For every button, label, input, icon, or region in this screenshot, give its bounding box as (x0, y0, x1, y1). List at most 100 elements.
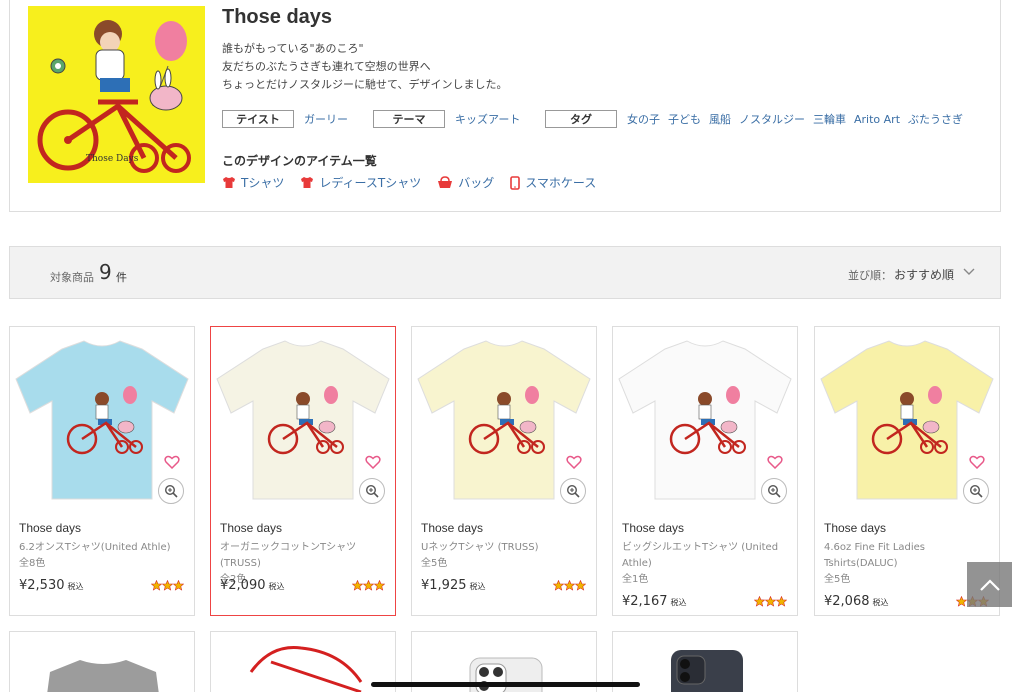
design-description: 誰もがもっている"あのころ" 友だちのぶたうさぎも連れて空想の世界へ ちょっとだ… (222, 40, 507, 94)
sort-label: 並び順： (848, 269, 892, 282)
taste-link[interactable]: ガーリー (304, 111, 348, 127)
bag-icon (438, 176, 453, 188)
result-count: 9 (99, 260, 112, 284)
product-card[interactable]: Those days ビッグシルエットTシャツ (United Athle) 全… (612, 326, 798, 616)
count-unit: 件 (116, 271, 127, 284)
product-colors: 全8色 (19, 558, 46, 569)
rating-stars (151, 580, 184, 591)
price-row: ¥2,530 税込 (19, 578, 84, 593)
category-label: バッグ (458, 176, 495, 190)
zoom-button[interactable] (761, 478, 787, 504)
tag-row: タグ 女の子 子ども 風船 ノスタルジー 三輪車 Arito Art ぶたうさぎ (545, 110, 963, 128)
product-price: ¥2,530 (19, 578, 65, 593)
heart-icon[interactable] (969, 455, 985, 469)
tag-link[interactable]: ノスタルジー (739, 111, 805, 127)
tag-label: タグ (545, 110, 617, 128)
sort-dropdown[interactable]: おすすめ順 (894, 266, 954, 283)
product-name[interactable]: Those days (220, 521, 282, 535)
tax-label: 税込 (268, 582, 285, 591)
product-card[interactable] (210, 631, 396, 692)
price-row: ¥2,167 税込 (622, 594, 687, 609)
rating-stars (754, 596, 787, 607)
product-type-label: 6.2オンスTシャツ(United Athle) (19, 542, 171, 553)
category-ladies-tshirt[interactable]: レディースTシャツ (300, 174, 421, 191)
star-icon (564, 580, 575, 591)
chevron-down-icon[interactable] (962, 265, 976, 279)
product-name[interactable]: Those days (824, 521, 886, 535)
heart-icon[interactable] (767, 455, 783, 469)
zoom-button[interactable] (560, 478, 586, 504)
result-bar: 対象商品 9 件 並び順： おすすめ順 (9, 246, 1001, 299)
price-row: ¥2,068 税込 (824, 594, 889, 609)
product-card[interactable]: Those days 6.2オンスTシャツ(United Athle) 全8色 … (9, 326, 195, 616)
product-type-label: オーガニックコットンTシャツ (TRUSS) (220, 542, 357, 569)
design-artwork[interactable]: Those Days (28, 6, 205, 183)
zoom-in-icon (566, 484, 580, 498)
zoom-in-icon (164, 484, 178, 498)
zoom-button[interactable] (359, 478, 385, 504)
rating-stars (352, 580, 385, 591)
product-price: ¥1,925 (421, 578, 467, 593)
rating-stars (553, 580, 586, 591)
design-title: Those days (222, 6, 333, 28)
star-icon (352, 580, 363, 591)
tag-link[interactable]: 女の子 (627, 111, 660, 127)
artwork-caption: Those Days (86, 154, 139, 164)
star-icon (765, 596, 776, 607)
product-type: ビッグシルエットTシャツ (United Athle) 全1色 (622, 540, 792, 588)
star-icon (162, 580, 173, 591)
heart-icon[interactable] (164, 455, 180, 469)
description-line: 友だちのぶたうさぎも連れて空想の世界へ (222, 60, 431, 73)
chevron-up-icon (979, 578, 1000, 591)
category-label: Tシャツ (241, 176, 285, 190)
home-indicator (371, 682, 640, 687)
product-type-label: ビッグシルエットTシャツ (United Athle) (622, 542, 779, 569)
zoom-in-icon (365, 484, 379, 498)
zoom-button[interactable] (158, 478, 184, 504)
description-line: 誰もがもっている"あのころ" (222, 42, 364, 55)
back-to-top-button[interactable] (967, 562, 1012, 607)
product-name[interactable]: Those days (622, 521, 684, 535)
star-icon (956, 596, 967, 607)
tax-label: 税込 (469, 582, 486, 591)
items-heading: このデザインのアイテム一覧 (222, 154, 377, 168)
product-card[interactable]: Those days オーガニックコットンTシャツ (TRUSS) 全2色 ¥2… (210, 326, 396, 616)
zoom-button[interactable] (963, 478, 989, 504)
tag-link[interactable]: 三輪車 (813, 111, 846, 127)
theme-label: テーマ (373, 110, 445, 128)
price-row: ¥2,090 税込 (220, 578, 285, 593)
zoom-in-icon (969, 484, 983, 498)
star-icon (363, 580, 374, 591)
tag-link[interactable]: Arito Art (854, 113, 900, 126)
product-card[interactable] (9, 631, 195, 692)
tag-link[interactable]: ぶたうさぎ (908, 111, 963, 127)
category-label: スマホケース (525, 176, 597, 190)
category-label: レディースTシャツ (319, 176, 422, 190)
category-bag[interactable]: バッグ (437, 174, 494, 191)
star-icon (553, 580, 564, 591)
count-label: 対象商品 (50, 271, 94, 284)
product-type: 6.2オンスTシャツ(United Athle) 全8色 (19, 540, 189, 572)
heart-icon[interactable] (365, 455, 381, 469)
product-colors: 全5色 (421, 558, 448, 569)
taste-label: テイスト (222, 110, 294, 128)
theme-row: テーマ キッズアート (373, 110, 520, 128)
category-phone-case[interactable]: スマホケース (510, 174, 596, 191)
product-price: ¥2,090 (220, 578, 266, 593)
product-type: UネックTシャツ (TRUSS) 全5色 (421, 540, 591, 572)
star-icon (173, 580, 184, 591)
tag-link[interactable]: 子ども (668, 111, 701, 127)
product-name[interactable]: Those days (19, 521, 81, 535)
category-tshirt[interactable]: Tシャツ (222, 174, 284, 191)
star-icon (575, 580, 586, 591)
taste-row: テイスト ガーリー (222, 110, 348, 128)
product-name[interactable]: Those days (421, 521, 483, 535)
product-card[interactable]: Those days UネックTシャツ (TRUSS) 全5色 ¥1,925 税… (411, 326, 597, 616)
phone-icon (510, 175, 521, 190)
tax-label: 税込 (872, 598, 889, 607)
heart-icon[interactable] (566, 455, 582, 469)
star-icon (776, 596, 787, 607)
theme-link[interactable]: キッズアート (455, 111, 520, 127)
star-icon (151, 580, 162, 591)
tag-link[interactable]: 風船 (709, 111, 731, 127)
